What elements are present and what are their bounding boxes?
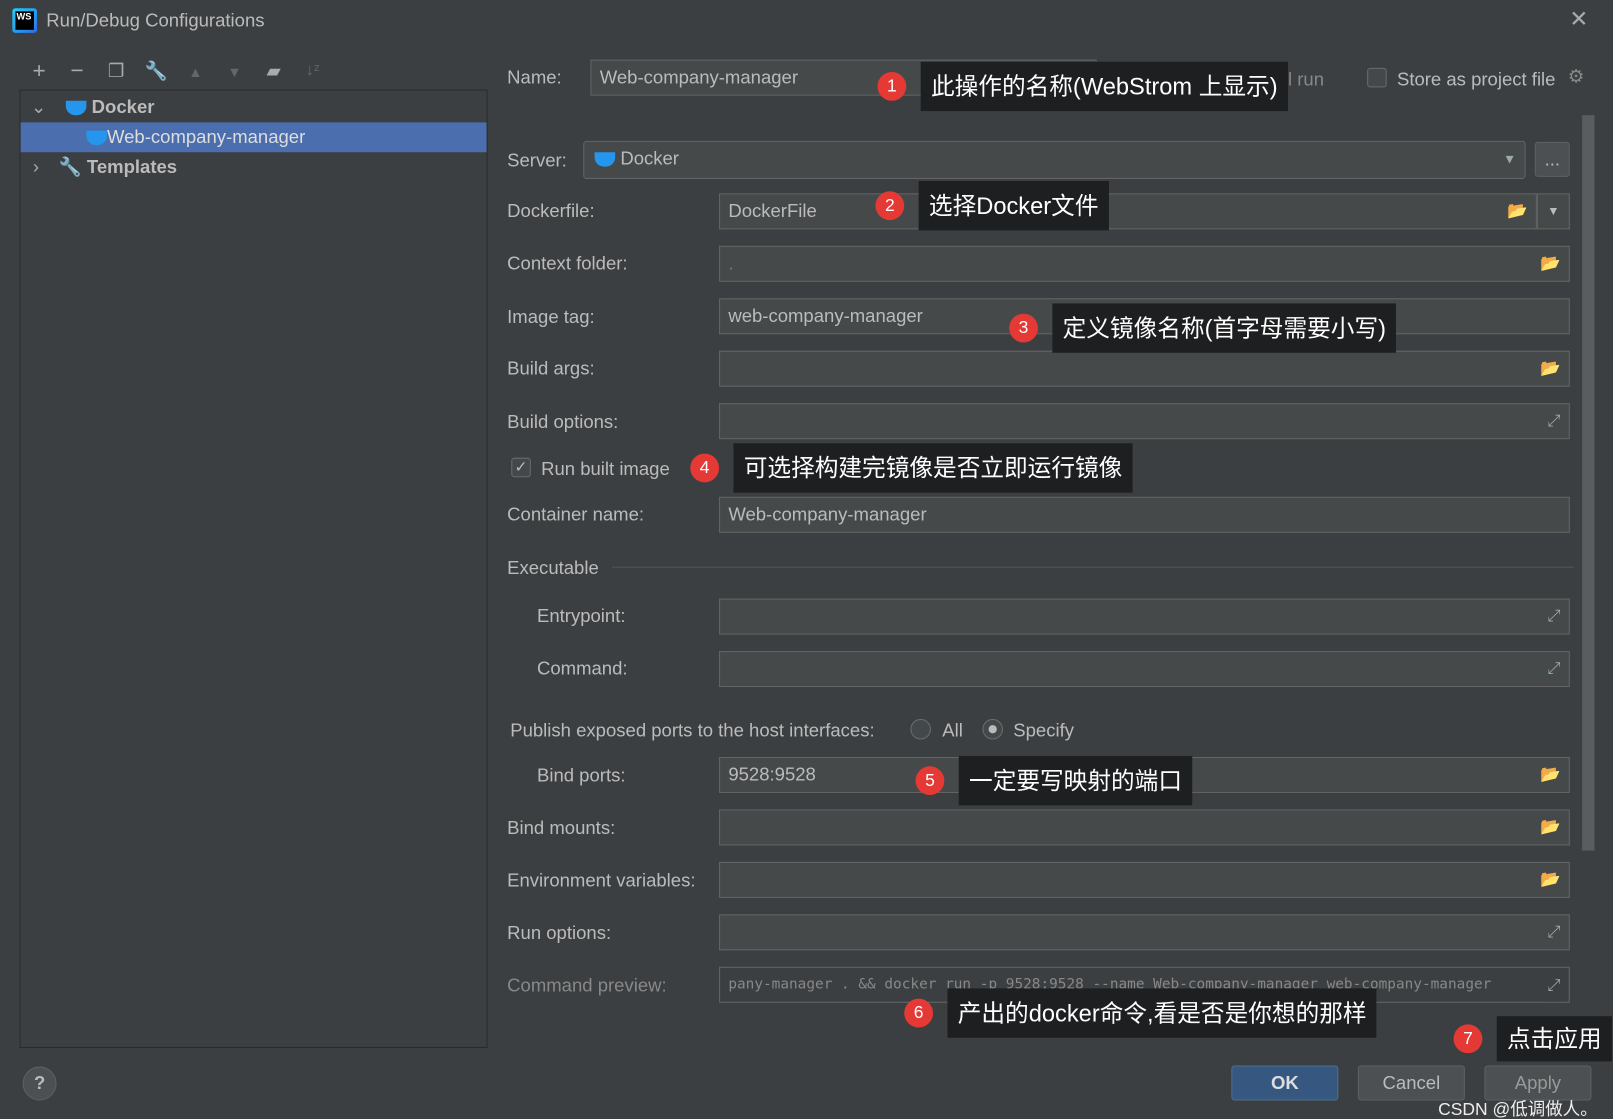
server-label: Server: [507,150,567,171]
cancel-button[interactable]: Cancel [1357,1065,1465,1101]
env-input[interactable]: 📂 [719,861,1570,898]
close-icon[interactable]: ✕ [1569,6,1588,33]
annotation-badge: 6 [904,998,934,1028]
expand-icon[interactable]: ⤢ [1547,600,1560,634]
arrow-up-icon[interactable]: ▲ [183,64,208,80]
help-button[interactable]: ? [22,1066,57,1101]
docker-icon [65,101,87,116]
preview-label: Command preview: [507,975,667,996]
plus-icon[interactable]: + [27,58,52,85]
dockerfile-input[interactable]: DockerFile 📂 [719,193,1537,230]
publish-label: Publish exposed ports to the host interf… [510,719,875,741]
folder-icon[interactable]: 📂 [1540,247,1560,281]
image-tag-label: Image tag: [507,306,595,328]
folder-icon[interactable]: 📂 [1540,810,1560,844]
chevron-down-icon[interactable]: ⌄ [31,97,47,118]
build-options-label: Build options: [507,411,619,432]
radio-specify-label: Specify [1013,719,1074,741]
tree-node-config[interactable]: Web-company-manager [20,122,487,153]
radio-all-label: All [942,719,963,741]
dockerfile-dropdown[interactable]: ▼ [1536,193,1570,230]
store-project-checkbox[interactable] [1367,67,1387,88]
wrench-icon[interactable]: 🔧 [144,61,169,83]
annotation-badge: 2 [875,191,905,221]
tree-node-templates[interactable]: › 🔧 Templates [21,152,487,182]
window-title: Run/Debug Configurations [46,10,265,31]
command-label: Command: [536,658,628,679]
copy-icon[interactable]: ❐ [104,61,129,83]
new-folder-icon[interactable]: ▰ [261,61,286,83]
expand-icon[interactable]: ⤢ [1547,915,1560,949]
scrollbar[interactable] [1582,115,1595,851]
annotation-callout: 可选择构建完镜像是否立即运行镜像 [733,443,1133,493]
tree-node-docker[interactable]: ⌄ Docker [21,93,487,123]
wrench-icon: 🔧 [58,156,82,177]
chevron-right-icon[interactable]: › [33,156,39,177]
name-label: Name: [507,66,562,88]
expand-icon[interactable]: ⤢ [1547,967,1561,1002]
server-select[interactable]: Docker ▼ [583,140,1526,179]
folder-icon[interactable]: 📂 [1540,758,1560,792]
run-debug-dialog: WS Run/Debug Configurations ✕ + − ❐ 🔧 ▲ … [0,0,1613,1118]
annotation-callout: 点击应用 [1496,1016,1612,1062]
folder-icon[interactable]: 📂 [1540,863,1560,897]
folder-icon[interactable]: 📂 [1540,352,1560,386]
chevron-down-icon: ▼ [1503,151,1517,167]
server-more-button[interactable]: ... [1534,141,1570,177]
expand-icon[interactable]: ⤢ [1547,652,1560,686]
apply-button[interactable]: Apply [1484,1065,1592,1101]
annotation-callout: 此操作的名称(WebStrom 上显示) [920,61,1288,112]
store-project-label: Store as project file [1396,68,1556,90]
radio-specify[interactable] [982,718,1003,740]
context-label: Context folder: [507,253,628,274]
annotation-badge: 3 [1009,313,1038,343]
container-input[interactable]: Web-company-manager [719,496,1570,533]
annotation-callout: 一定要写映射的端口 [958,755,1193,806]
entrypoint-label: Entrypoint: [536,605,626,627]
annotation-badge: 5 [915,766,945,796]
docker-icon [86,130,107,146]
context-input[interactable]: . 📂 [719,245,1570,282]
config-tree: ⌄ Docker Web-company-manager › 🔧 Templat… [19,89,488,1049]
annotation-badge: 4 [690,453,720,483]
bind-ports-label: Bind ports: [536,765,626,786]
sort-icon[interactable]: ↓ᶻ [300,62,325,81]
run-options-label: Run options: [507,922,612,944]
command-input[interactable]: ⤢ [719,651,1570,688]
ok-button[interactable]: OK [1231,1065,1339,1101]
dockerfile-label: Dockerfile: [507,200,595,222]
env-label: Environment variables: [507,870,696,891]
watermark: CSDN @低调做人。 [1438,1099,1598,1119]
build-args-label: Build args: [507,357,595,379]
annotation-badge: 1 [877,71,907,101]
run-options-input[interactable]: ⤢ [719,914,1570,951]
bind-mounts-input[interactable]: 📂 [719,809,1570,846]
container-label: Container name: [507,503,645,525]
executable-heading: Executable [507,557,599,579]
run-built-image-label: Run built image [541,458,670,480]
gear-icon[interactable]: ⚙ [1568,66,1585,88]
entrypoint-input[interactable]: ⤢ [719,598,1570,635]
minus-icon[interactable]: − [65,58,90,85]
arrow-down-icon[interactable]: ▼ [222,64,247,80]
expand-icon[interactable]: ⤢ [1547,404,1560,438]
radio-all[interactable] [910,718,931,740]
annotation-callout: 产出的docker命令,看是否是你想的那样 [947,988,1377,1038]
run-built-image-checkbox[interactable]: ✓ [511,457,531,478]
annotation-callout: 选择Docker文件 [918,181,1109,231]
build-args-input[interactable]: 📂 [719,350,1570,387]
annotation-callout: 定义镜像名称(首字母需要小写) [1052,303,1397,353]
folder-icon[interactable]: 📂 [1507,194,1527,228]
bind-mounts-label: Bind mounts: [507,817,616,839]
annotation-badge: 7 [1453,1024,1483,1054]
docker-icon [594,152,616,167]
build-options-input[interactable]: ⤢ [719,403,1570,440]
separator [612,566,1574,568]
webstorm-logo: WS [12,8,38,33]
